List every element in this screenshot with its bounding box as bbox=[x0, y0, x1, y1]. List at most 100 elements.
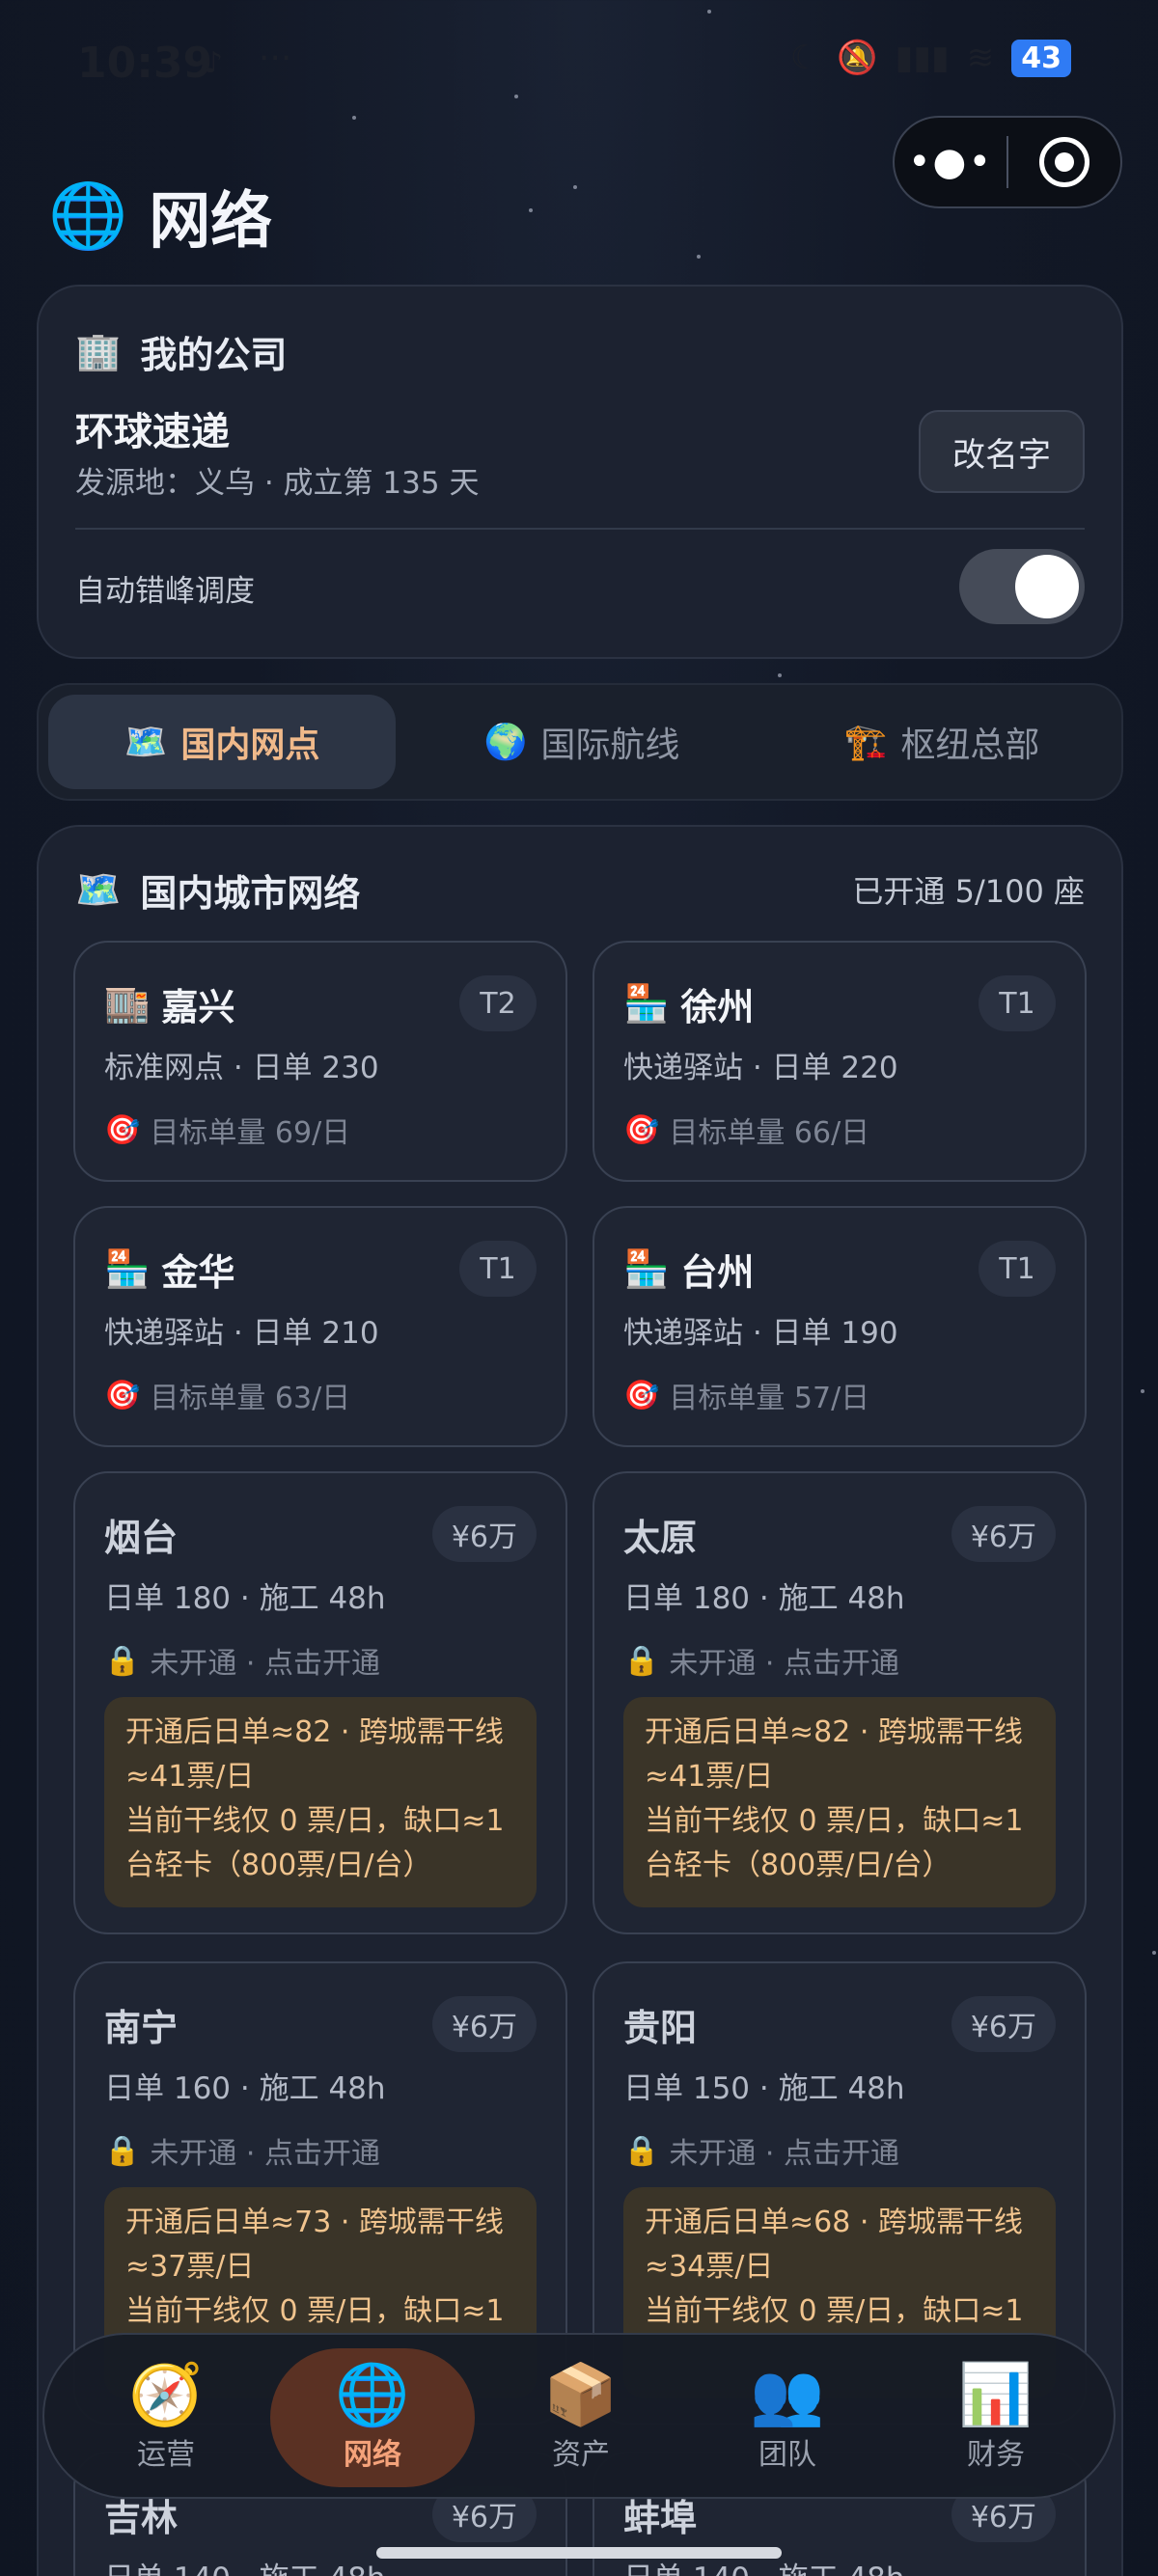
mute-icon: 🔕 bbox=[837, 39, 878, 77]
city-info: 标准网点 · 日单 230 bbox=[104, 1051, 379, 1085]
domestic-network-card: 🗺️ 国内城市网络 已开通 5/100 座 🏬 嘉兴 T2 标准网点 · 日单 2… bbox=[37, 825, 1123, 2576]
city-card-locked[interactable]: 烟台 ¥6万 日单 180 · 施工 48h 🔒 未开通 · 点击开通 开通后日单… bbox=[73, 1471, 567, 1934]
nav-network[interactable]: 🌐 网络 bbox=[270, 2348, 475, 2487]
bottom-nav: 🧭 运营 🌐 网络 📦 资产 👥 团队 📊 财务 bbox=[42, 2333, 1116, 2499]
tier-badge: T1 bbox=[459, 1241, 537, 1297]
city-card-open[interactable]: 🏪 台州 T1 快递驿站 · 日单 190 🎯 目标单量 57/日 bbox=[593, 1206, 1087, 1447]
company-header-label: 我的公司 bbox=[140, 334, 288, 376]
nav-label: 运营 bbox=[137, 2438, 195, 2472]
globe-icon: 🌐 bbox=[335, 2359, 410, 2429]
city-name: 🏬 嘉兴 bbox=[104, 977, 234, 1030]
city-card-locked[interactable]: 太原 ¥6万 日单 180 · 施工 48h 🔒 未开通 · 点击开通 开通后日单… bbox=[593, 1471, 1087, 1934]
company-subtitle: 发源地：义乌 · 成立第 135 天 bbox=[75, 466, 480, 501]
target-icon: 🎯 bbox=[104, 1112, 141, 1147]
city-status: 🔒 未开通 · 点击开通 bbox=[623, 1639, 899, 1682]
status-time: 10:39 bbox=[77, 39, 213, 88]
tab-label: 枢纽总部 bbox=[900, 726, 1040, 765]
price-badge: ¥6万 bbox=[431, 1506, 537, 1562]
price-badge: ¥6万 bbox=[951, 1996, 1056, 2052]
tab-domestic[interactable]: 🗺️ 国内网点 bbox=[48, 695, 396, 789]
status-text: 未开通 · 点击开通 bbox=[150, 2137, 380, 2171]
status-more: ··· bbox=[259, 39, 292, 78]
moon-icon: ☾ bbox=[789, 39, 820, 77]
tier-badge: T2 bbox=[459, 975, 537, 1031]
target-icon: 🎯 bbox=[104, 1378, 141, 1412]
tab-international[interactable]: 🌍 国际航线 bbox=[408, 695, 756, 789]
compass-icon: 🧭 bbox=[128, 2359, 204, 2429]
status-text: 未开通 · 点击开通 bbox=[150, 1647, 380, 1681]
map-icon: 🗺️ bbox=[124, 723, 168, 762]
city-name: 🏪 台州 bbox=[623, 1243, 754, 1296]
crane-icon: 🏗️ bbox=[843, 723, 888, 762]
city-card-open[interactable]: 🏪 金华 T1 快递驿站 · 日单 210 🎯 目标单量 63/日 bbox=[73, 1206, 567, 1447]
wifi-icon: ≋ bbox=[966, 39, 995, 77]
open-hint: 开通后日单≈82 · 跨城需干线≈41票/日 当前干线仅 0 票/日，缺口≈1台… bbox=[104, 1697, 537, 1907]
store-icon: 🏪 bbox=[623, 982, 670, 1025]
toggle-knob bbox=[1015, 555, 1079, 618]
city-card-open[interactable]: 🏪 徐州 T1 快递驿站 · 日单 220 🎯 目标单量 66/日 bbox=[593, 941, 1087, 1182]
page-title-text: 网络 bbox=[149, 186, 273, 258]
battery-indicator: 43 bbox=[1011, 39, 1071, 77]
city-info: 快递驿站 · 日单 190 bbox=[623, 1316, 898, 1351]
tab-hub[interactable]: 🏗️ 枢纽总部 bbox=[768, 695, 1116, 789]
company-card: 🏢 我的公司 环球速递 发源地：义乌 · 成立第 135 天 改名字 自动错峰调… bbox=[37, 285, 1123, 659]
page-title: 🌐 网络 bbox=[48, 172, 272, 260]
auto-schedule-toggle[interactable] bbox=[959, 549, 1085, 624]
city-info: 日单 180 · 施工 48h bbox=[623, 1581, 905, 1616]
city-name: 太原 bbox=[623, 1517, 698, 1559]
city-name: 烟台 bbox=[104, 1517, 179, 1559]
city-name-text: 台州 bbox=[680, 1251, 755, 1294]
home-indicator[interactable] bbox=[376, 2547, 782, 2559]
chart-icon: 📊 bbox=[958, 2359, 1034, 2429]
city-target: 🎯 目标单量 63/日 bbox=[104, 1374, 350, 1416]
tab-label: 国内网点 bbox=[180, 726, 320, 765]
tiktok-icon: ♪ bbox=[205, 46, 224, 80]
lock-icon: 🔒 bbox=[104, 1643, 141, 1678]
lock-icon: 🔒 bbox=[623, 1643, 660, 1678]
signal-icon: ▮▮▮ bbox=[895, 39, 950, 77]
target-icon[interactable] bbox=[1008, 137, 1120, 187]
city-target: 🎯 目标单量 69/日 bbox=[104, 1109, 350, 1151]
city-info: 日单 140 · 施工 48h bbox=[104, 2554, 386, 2576]
city-info: 快递驿站 · 日单 220 bbox=[623, 1051, 898, 1085]
target-text: 目标单量 69/日 bbox=[150, 1116, 351, 1150]
nav-finance[interactable]: 📊 财务 bbox=[894, 2348, 1098, 2487]
status-bar: 10:39 ♪ ··· ☾ 🔕 ▮▮▮ ≋ 43 bbox=[0, 0, 1158, 125]
target-text: 目标单量 66/日 bbox=[669, 1116, 870, 1150]
divider bbox=[75, 528, 1085, 530]
city-status: 🔒 未开通 · 点击开通 bbox=[104, 2129, 380, 2172]
nav-team[interactable]: 👥 团队 bbox=[685, 2348, 890, 2487]
company-name: 环球速递 bbox=[75, 410, 230, 454]
city-info: 日单 150 · 施工 48h bbox=[623, 2071, 905, 2106]
price-badge: ¥6万 bbox=[431, 1996, 537, 2052]
company-header: 🏢 我的公司 bbox=[75, 325, 287, 378]
status-text: 未开通 · 点击开通 bbox=[669, 2137, 899, 2171]
lock-icon: 🔒 bbox=[104, 2133, 141, 2168]
nav-assets[interactable]: 📦 资产 bbox=[479, 2348, 683, 2487]
nav-label: 网络 bbox=[344, 2438, 401, 2472]
city-card-open[interactable]: 🏬 嘉兴 T2 标准网点 · 日单 230 🎯 目标单量 69/日 bbox=[73, 941, 567, 1182]
office-building-icon: 🏢 bbox=[75, 330, 122, 372]
nav-operations[interactable]: 🧭 运营 bbox=[64, 2348, 268, 2487]
store-icon: 🏪 bbox=[623, 1247, 670, 1290]
target-icon: 🎯 bbox=[623, 1378, 660, 1412]
open-hint: 开通后日单≈82 · 跨城需干线≈41票/日 当前干线仅 0 票/日，缺口≈1台… bbox=[623, 1697, 1056, 1907]
city-name: 贵阳 bbox=[623, 2007, 698, 2049]
target-icon: 🎯 bbox=[623, 1112, 660, 1147]
city-target: 🎯 目标单量 57/日 bbox=[623, 1374, 869, 1416]
lock-icon: 🔒 bbox=[623, 2133, 660, 2168]
network-header: 🗺️ 国内城市网络 bbox=[75, 863, 360, 917]
network-header-label: 国内城市网络 bbox=[140, 872, 361, 915]
city-status: 🔒 未开通 · 点击开通 bbox=[104, 1639, 380, 1682]
city-name: 🏪 徐州 bbox=[623, 977, 754, 1030]
city-info: 快递驿站 · 日单 210 bbox=[104, 1316, 379, 1351]
nav-label: 财务 bbox=[967, 2438, 1025, 2472]
tier-badge: T1 bbox=[979, 1241, 1056, 1297]
city-name-text: 金华 bbox=[161, 1251, 235, 1294]
status-icons: ☾ 🔕 ▮▮▮ ≋ 43 bbox=[790, 39, 1071, 77]
globe-icon: 🌐 bbox=[48, 178, 128, 253]
rename-button[interactable]: 改名字 bbox=[919, 410, 1085, 493]
more-dots-icon[interactable]: •●• bbox=[895, 140, 1006, 184]
nav-label: 团队 bbox=[758, 2438, 816, 2472]
miniprogram-capsule: •●• bbox=[893, 116, 1122, 208]
